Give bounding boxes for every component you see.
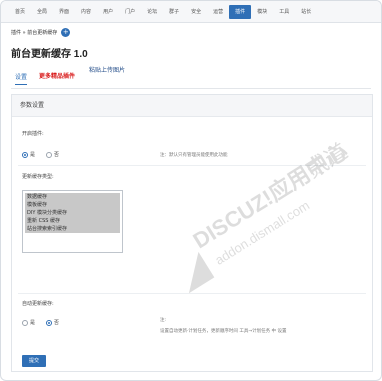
option-css-cache[interactable]: 重新 CSS 缓存	[25, 217, 120, 225]
nav-item-users[interactable]: 用户	[97, 1, 119, 23]
top-nav: 首页 全局 界面 内容 用户 门户 论坛 群子 安全 运营 插件 模块 工具 站…	[1, 1, 381, 23]
nav-item-portal[interactable]: 门户	[119, 1, 141, 23]
radio-unchecked-icon	[22, 319, 28, 326]
row-divider	[18, 293, 366, 294]
enable-yes-radio[interactable]: 是	[22, 151, 35, 158]
nav-item-content[interactable]: 内容	[75, 1, 97, 23]
types-label: 更新缓存类型:	[22, 174, 54, 180]
nav-item-interface[interactable]: 界面	[53, 1, 75, 23]
auto-yes-radio[interactable]: 是	[22, 319, 35, 326]
cache-type-multiselect[interactable]: 数据缓存 模板缓存 DIY 模块分类缓存 重新 CSS 缓存 站台搜索索引缓存	[22, 190, 123, 253]
tab-paste-image[interactable]: 粘贴上传图片	[89, 65, 125, 74]
radio-checked-icon	[22, 151, 28, 158]
nav-item-station[interactable]: 站长	[295, 1, 317, 23]
nav-item-templates[interactable]: 模块	[251, 1, 273, 23]
breadcrumb: 插件 » 前台更新缓存 +	[11, 28, 71, 37]
nav-item-operations[interactable]: 运营	[207, 1, 229, 23]
settings-panel: 参数设置 开启插件: 是 否 注：默认只有管理员能使用此功能 更新缓存类型: 数…	[11, 94, 373, 372]
nav-item-tools[interactable]: 工具	[273, 1, 295, 23]
option-search-cache[interactable]: 站台搜索索引缓存	[25, 225, 120, 233]
auto-hint: 设置自动更新·计划任务，更新顺序时间 工具→计划任务 中 设置	[160, 329, 287, 334]
breadcrumb-text[interactable]: 插件 » 前台更新缓存	[11, 29, 57, 36]
option-template-cache[interactable]: 模板缓存	[25, 201, 120, 209]
panel-heading: 参数设置	[12, 95, 372, 117]
app-window: 首页 全局 界面 内容 用户 门户 论坛 群子 安全 运营 插件 模块 工具 站…	[0, 0, 382, 381]
nav-item-plugins[interactable]: 插件	[229, 4, 252, 19]
nav-item-group[interactable]: 群子	[163, 1, 185, 23]
enable-hint: 注：默认只有管理员能使用此功能	[160, 153, 228, 158]
nav-item-security[interactable]: 安全	[185, 1, 207, 23]
page-title: 前台更新缓存 1.0	[11, 49, 88, 60]
tab-more-plugins[interactable]: 更多精品插件	[39, 71, 75, 80]
radio-unchecked-icon	[46, 151, 52, 158]
add-icon[interactable]: +	[61, 28, 71, 37]
enable-no-radio[interactable]: 否	[46, 151, 59, 158]
auto-hint-prefix: 注:	[160, 318, 167, 323]
auto-no-label: 否	[54, 320, 60, 326]
nav-item-forum[interactable]: 论坛	[141, 1, 163, 23]
nav-item-home[interactable]: 首页	[9, 1, 31, 23]
nav-item-global[interactable]: 全局	[31, 1, 53, 23]
submit-button[interactable]: 提交	[22, 355, 46, 367]
tab-divider	[11, 88, 371, 89]
auto-yes-label: 是	[30, 320, 36, 326]
auto-label: 自动更新缓存:	[22, 301, 54, 307]
auto-no-radio[interactable]: 否	[46, 319, 59, 326]
tab-bar: 设置 更多精品插件 粘贴上传图片	[11, 63, 371, 89]
option-data-cache[interactable]: 数据缓存	[25, 193, 120, 201]
enable-yes-label: 是	[30, 152, 36, 158]
selected-options: 数据缓存 模板缓存 DIY 模块分类缓存 重新 CSS 缓存 站台搜索索引缓存	[25, 193, 120, 233]
option-diy-cache[interactable]: DIY 模块分类缓存	[25, 209, 120, 217]
tab-settings[interactable]: 设置	[15, 72, 28, 85]
enable-no-label: 否	[54, 152, 60, 158]
radio-checked-icon	[46, 319, 52, 326]
row-divider	[18, 165, 366, 166]
enable-label: 开启插件:	[22, 131, 44, 137]
